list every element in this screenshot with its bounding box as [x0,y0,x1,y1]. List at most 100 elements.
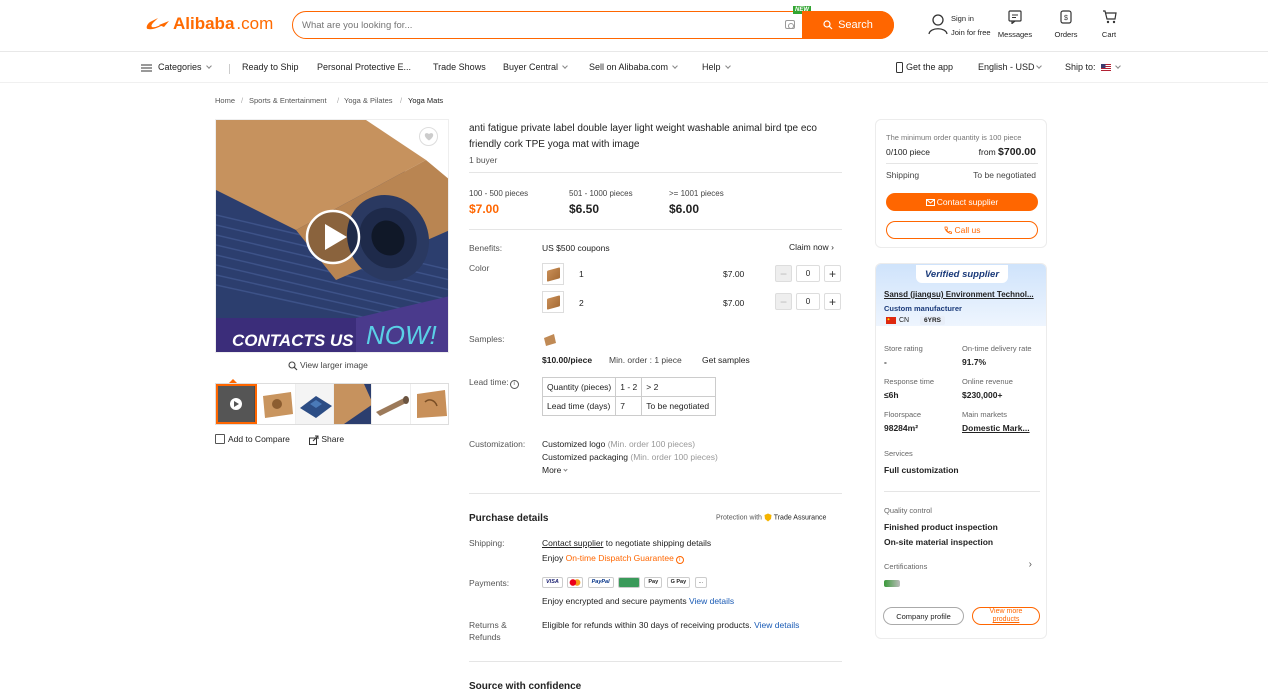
add-to-compare[interactable]: Add to Compare [215,434,290,444]
table-cell: > 2 [641,377,717,397]
shield-icon [764,513,772,522]
orders-link[interactable]: $ Orders [1050,10,1082,39]
thumbnail-image[interactable] [372,384,411,424]
thumbnail-image[interactable] [411,384,448,424]
chevron-right-icon[interactable]: › [1029,559,1032,570]
purchase-details-heading: Purchase details [469,513,549,524]
nav-sell[interactable]: Sell on Alibaba.com [589,62,678,72]
phone-call-icon [944,226,952,234]
quantity-input[interactable]: 0 [796,293,820,310]
chevron-down-icon [563,467,568,472]
products-label: products [992,616,1020,623]
payments-view-details-link[interactable]: View details [689,596,734,606]
decrease-button[interactable]: − [775,265,792,282]
services-label: Services [884,449,913,458]
color-swatch[interactable] [542,291,564,313]
apple-pay-icon: Pay [644,577,663,589]
protection-label: Protection with [716,514,762,522]
mat-thumbnail-icon [263,392,294,418]
thumbnail-image[interactable] [257,384,296,424]
contact-supplier-link[interactable]: Contact supplier [542,538,603,548]
refund-policy: Eligible for refunds within 30 days of r… [542,620,799,630]
view-larger-label: View larger image [300,360,368,370]
main-product-image[interactable]: CONTACTS US NOW! [215,119,449,353]
thumbnail-video[interactable] [216,384,258,424]
nav-ready-to-ship[interactable]: Ready to Ship [242,62,299,72]
decrease-button[interactable]: − [775,293,792,310]
get-samples-link[interactable]: Get samples [702,355,750,365]
table-cell: Quantity (pieces) [541,377,617,397]
breadcrumb-yoga[interactable]: Yoga & Pilates [344,96,393,105]
supplier-name-link[interactable]: Sansd (jiangsu) Environment Technol... [884,290,1044,299]
categories-menu[interactable]: Categories [141,62,212,72]
logo-text: Alibaba [173,14,235,33]
language-selector[interactable]: English - USD [978,62,1042,72]
cart-link[interactable]: Cart [1096,10,1122,39]
nav-ppe[interactable]: Personal Protective E... [317,62,411,72]
thumbnail-image[interactable] [295,384,334,424]
message-icon [1008,10,1022,25]
view-more-products-button[interactable]: View more products [972,607,1040,625]
sample-image-icon [544,334,556,346]
trade-assurance-badge[interactable]: Protection with Trade Assurance [716,513,826,522]
ship-to-selector[interactable]: Ship to: [1065,62,1121,72]
divider [469,172,842,173]
tier-price: $6.00 [669,202,700,216]
orders-label: Orders [1054,30,1078,39]
nav-trade-shows[interactable]: Trade Shows [433,62,486,72]
sample-min-order: Min. order : 1 piece [609,355,682,365]
dispatch-guarantee-link[interactable]: On-time Dispatch Guarantee [566,553,674,563]
share-button[interactable]: Share [309,434,344,445]
main-markets-link[interactable]: Domestic Mark... [962,423,1030,433]
alibaba-logo[interactable]: Alibaba .com [145,14,273,34]
chevron-down-icon [205,63,212,69]
breadcrumb-current[interactable]: Yoga Mats [408,96,443,105]
increase-button[interactable]: + [824,265,841,282]
supplier-type: Custom manufacturer [884,304,962,313]
more-customization-link[interactable]: More [542,465,568,475]
breadcrumb-sports[interactable]: Sports & Entertainment [249,96,327,105]
quality-control-label: Quality control [884,506,932,515]
search-input[interactable] [302,17,772,33]
divider [469,661,842,662]
compare-checkbox[interactable] [215,434,225,444]
contact-supplier-button[interactable]: Contact supplier [886,193,1038,211]
breadcrumb-home[interactable]: Home [215,96,235,105]
camera-search-icon[interactable] [785,20,795,29]
favorite-button[interactable] [419,127,438,146]
tier-quantity: 501 - 1000 pieces [569,189,633,198]
nav-help[interactable]: Help [702,62,731,72]
increase-button[interactable]: + [824,293,841,310]
call-us-button[interactable]: Call us [886,221,1038,239]
info-icon[interactable]: i [675,556,684,564]
thumbnail-image[interactable] [333,384,373,424]
floorspace-label: Floorspace [884,410,922,419]
table-row: Lead time (days) 7 To be negotiated [541,396,717,416]
custom-logo-min: (Min. order 100 pieces) [607,439,696,449]
color-swatch[interactable] [542,263,564,285]
main-markets-label: Main markets [962,410,1008,419]
quantity-input[interactable]: 0 [796,265,820,282]
get-app-link[interactable]: Get the app [896,62,954,74]
zoom-icon [288,361,298,371]
search-bar: NEW Search [292,6,894,39]
search-button[interactable]: Search [802,11,894,39]
info-icon[interactable]: i [509,380,519,389]
claim-now-link[interactable]: Claim now › [789,242,834,252]
logo-suffix: .com [236,14,274,33]
refunds-view-details-link[interactable]: View details [754,620,799,630]
language-label: English - USD [978,62,1035,72]
more-payments-icon[interactable]: ... [694,577,708,589]
view-larger-link[interactable]: View larger image [288,360,368,371]
messages-link[interactable]: Messages [995,10,1035,39]
order-progress: 0/100 piece [886,147,930,157]
secure-payments-text: Enjoy encrypted and secure payments [542,596,687,606]
quantity-stepper: − 0 + [775,293,841,310]
nav-buyer-central[interactable]: Buyer Central [503,62,568,72]
google-pay-icon: G Pay [666,577,691,589]
get-app-label: Get the app [906,62,954,72]
certification-logo-icon[interactable] [884,580,900,587]
ontime-delivery-label: On-time delivery rate [962,344,1032,353]
ship-to-label: Ship to: [1065,62,1096,72]
company-profile-button[interactable]: Company profile [883,607,964,625]
